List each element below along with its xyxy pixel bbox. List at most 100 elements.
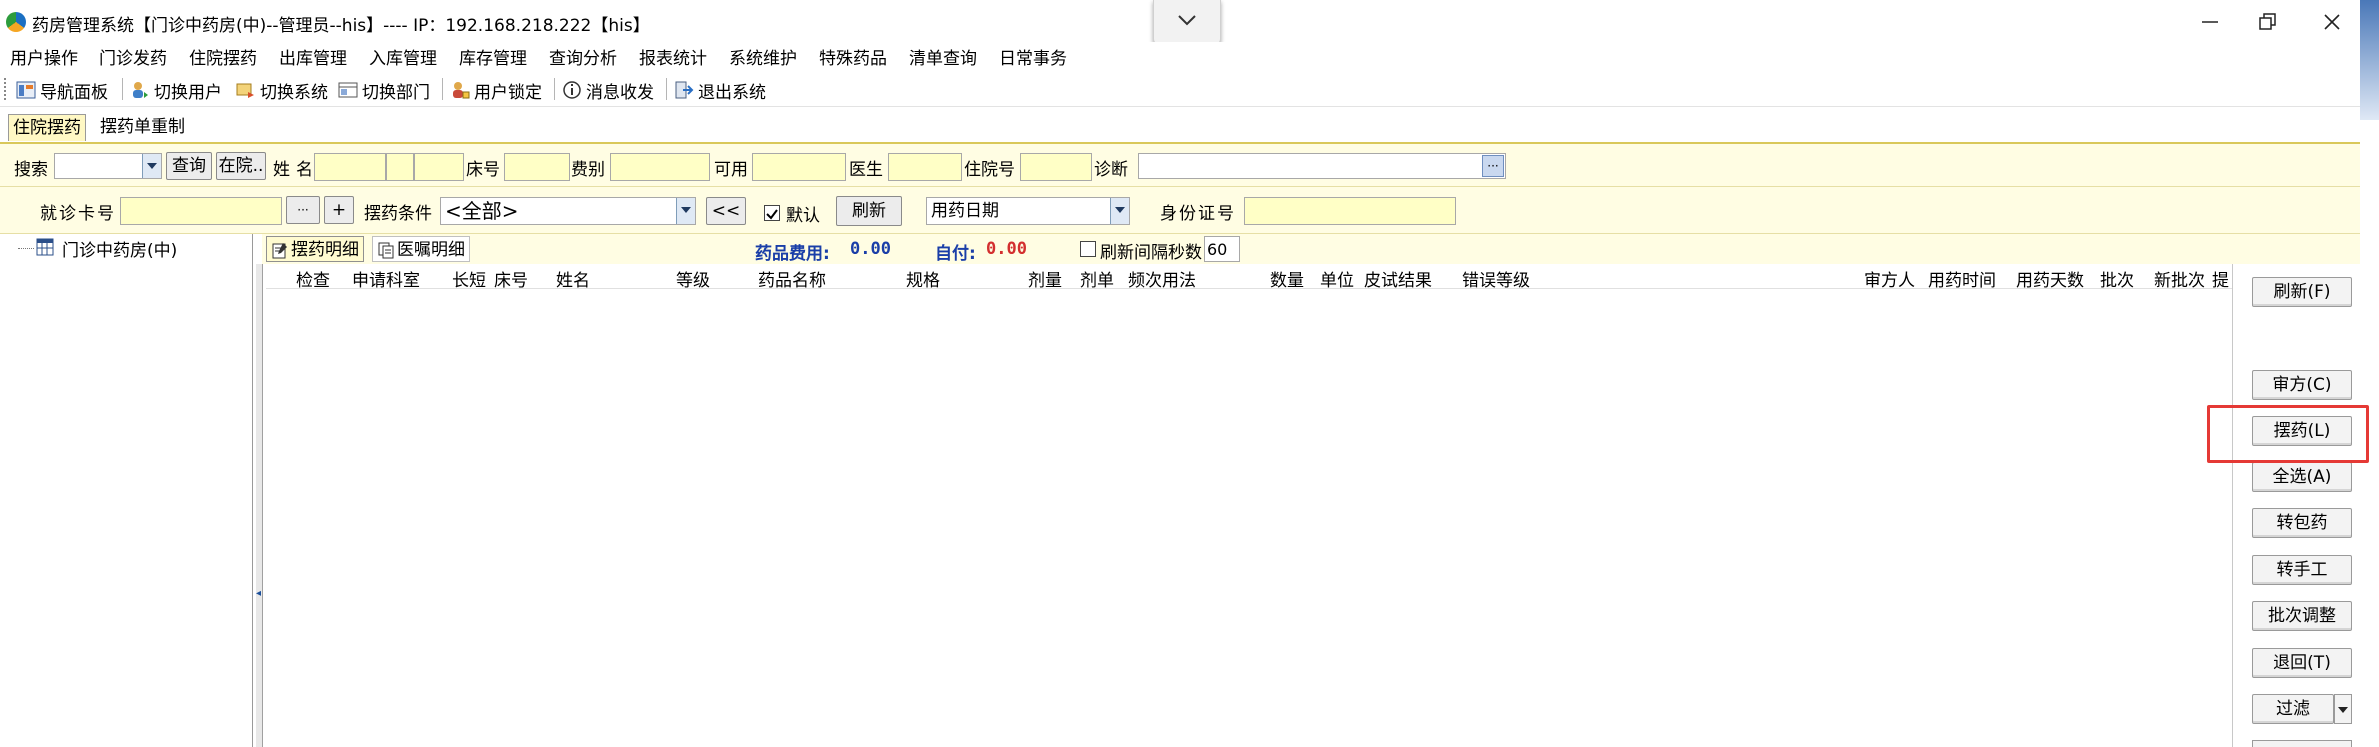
col-header[interactable]: 皮试结果 — [1364, 266, 1432, 291]
refresh-interval-field[interactable]: 60 — [1204, 236, 1240, 262]
name-field-3[interactable] — [414, 153, 464, 181]
user-lock-button[interactable]: 用户锁定 — [450, 78, 542, 103]
menu-list-query[interactable]: 清单查询 — [909, 44, 977, 69]
refresh-button[interactable]: 刷新(F) — [2252, 277, 2352, 307]
next-button-partial[interactable] — [2252, 740, 2352, 747]
col-header[interactable]: 用药天数 — [2016, 266, 2084, 291]
search-select[interactable] — [54, 153, 162, 179]
return-button[interactable]: 退回(T) — [2252, 648, 2352, 678]
name-field[interactable] — [314, 153, 386, 181]
col-header[interactable]: 审方人 — [1864, 266, 1915, 291]
in-hospital-button[interactable]: 在院.. — [216, 152, 266, 180]
minimize-button[interactable] — [2178, 0, 2242, 44]
nav-panel-label: 导航面板 — [40, 82, 108, 103]
col-header[interactable]: 姓名 — [556, 266, 590, 291]
menu-user-ops[interactable]: 用户操作 — [10, 44, 78, 69]
splitter-arrow-icon: ◂ — [256, 588, 262, 599]
menu-outpatient-dispense[interactable]: 门诊发药 — [99, 44, 167, 69]
collapse-left-button[interactable]: << — [706, 197, 746, 225]
col-header[interactable]: 申请科室 — [352, 266, 420, 291]
default-checkbox[interactable] — [764, 205, 780, 221]
bed-field[interactable] — [504, 153, 570, 181]
dispense-grid[interactable] — [266, 289, 2232, 747]
col-header[interactable]: 新批次 — [2154, 266, 2205, 291]
toolbar-grip[interactable] — [4, 78, 9, 100]
tree-node-pharmacy[interactable]: 门诊中药房(中) — [62, 236, 177, 261]
col-header[interactable]: 错误等级 — [1462, 266, 1530, 291]
toolbar-separator — [122, 78, 123, 100]
menu-inpatient-dispense[interactable]: 住院摆药 — [189, 44, 257, 69]
self-pay-label: 自付: — [935, 244, 976, 264]
select-all-button[interactable]: 全选(A) — [2252, 462, 2352, 492]
col-header[interactable]: 床号 — [494, 266, 528, 291]
col-header[interactable]: 等级 — [676, 266, 710, 291]
id-card-field[interactable] — [1244, 197, 1456, 225]
col-header[interactable]: 药品名称 — [758, 266, 826, 291]
card-lookup-button[interactable]: ··· — [286, 196, 320, 224]
restore-button[interactable] — [2236, 0, 2300, 44]
menu-reports[interactable]: 报表统计 — [639, 44, 707, 69]
col-header[interactable]: 剂量 — [1028, 266, 1062, 291]
query-button[interactable]: 查询 — [166, 152, 212, 180]
tab-dispense-detail-label: 摆药明细 — [291, 240, 359, 260]
switch-system-icon — [236, 83, 254, 98]
restore-icon — [2259, 13, 2276, 30]
available-field[interactable] — [752, 153, 846, 181]
tab-order-detail[interactable]: 医嘱明细 — [372, 236, 470, 262]
menu-system[interactable]: 系统维护 — [729, 44, 797, 69]
batch-adjust-button[interactable]: 批次调整 — [2252, 601, 2352, 631]
col-header[interactable]: 单位 — [1320, 266, 1354, 291]
chevron-down-icon — [1178, 15, 1196, 26]
menu-daily[interactable]: 日常事务 — [999, 44, 1067, 69]
dispense-condition-select[interactable]: <全部> — [440, 197, 696, 225]
menu-special-drugs[interactable]: 特殊药品 — [819, 44, 887, 69]
date-type-select[interactable]: 用药日期 — [926, 197, 1130, 225]
nav-panel-button[interactable]: 导航面板 — [16, 78, 108, 103]
refresh-filter-button[interactable]: 刷新 — [836, 196, 902, 226]
diagnosis-more-button[interactable]: ··· — [1482, 155, 1504, 177]
close-button[interactable] — [2300, 0, 2364, 44]
diagnosis-field[interactable] — [1138, 153, 1506, 179]
col-header[interactable]: 长短 — [452, 266, 486, 291]
menu-outbound[interactable]: 出库管理 — [279, 44, 347, 69]
to-manual-button[interactable]: 转手工 — [2252, 555, 2352, 585]
messages-button[interactable]: 消息收发 — [562, 78, 654, 103]
dispense-condition-value: <全部> — [445, 199, 519, 223]
col-header[interactable]: 剂单 — [1080, 266, 1114, 291]
auto-refresh-checkbox[interactable] — [1080, 241, 1096, 257]
col-header[interactable]: 批次 — [2100, 266, 2134, 291]
menu-query-analysis[interactable]: 查询分析 — [549, 44, 617, 69]
user-lock-icon — [453, 82, 470, 99]
exit-button[interactable]: 退出系统 — [674, 78, 766, 103]
card-no-field[interactable] — [120, 197, 282, 225]
inpatient-no-label: 住院号 — [964, 160, 1015, 180]
col-header[interactable]: 数量 — [1270, 266, 1304, 291]
add-button[interactable]: + — [324, 196, 354, 224]
filter-button[interactable]: 过滤 — [2252, 694, 2334, 724]
tab-dispense-redo[interactable]: 摆药单重制 — [96, 114, 189, 140]
menu-inventory[interactable]: 库存管理 — [459, 44, 527, 69]
highlight-annotation — [2207, 405, 2369, 463]
col-header[interactable]: 频次用法 — [1128, 266, 1196, 291]
menu-inbound[interactable]: 入库管理 — [369, 44, 437, 69]
splitter-handle[interactable] — [256, 264, 263, 747]
doctor-field[interactable] — [888, 153, 962, 181]
switch-dept-button[interactable]: 切换部门 — [338, 78, 430, 103]
collapse-toggle-button[interactable] — [1153, 0, 1221, 45]
to-package-button[interactable]: 转包药 — [2252, 508, 2352, 538]
tab-dispense-detail[interactable]: 摆药明细 — [266, 236, 364, 262]
fee-type-field[interactable] — [610, 153, 710, 181]
inpatient-no-field[interactable] — [1020, 153, 1092, 181]
col-header[interactable]: 规格 — [906, 266, 940, 291]
filter-dropdown-button[interactable] — [2334, 694, 2352, 724]
window-edge — [2360, 0, 2379, 120]
col-header[interactable]: 提 — [2212, 266, 2229, 291]
name-field-2[interactable] — [386, 153, 414, 181]
switch-user-button[interactable]: 切换用户 — [130, 78, 222, 103]
review-button[interactable]: 审方(C) — [2252, 370, 2352, 400]
col-header[interactable]: 用药时间 — [1928, 266, 1996, 291]
col-header[interactable]: 检查 — [296, 266, 330, 291]
tab-inpatient-dispense[interactable]: 住院摆药 — [8, 114, 86, 141]
messages-label: 消息收发 — [586, 82, 654, 103]
switch-system-button[interactable]: 切换系统 — [236, 78, 328, 103]
